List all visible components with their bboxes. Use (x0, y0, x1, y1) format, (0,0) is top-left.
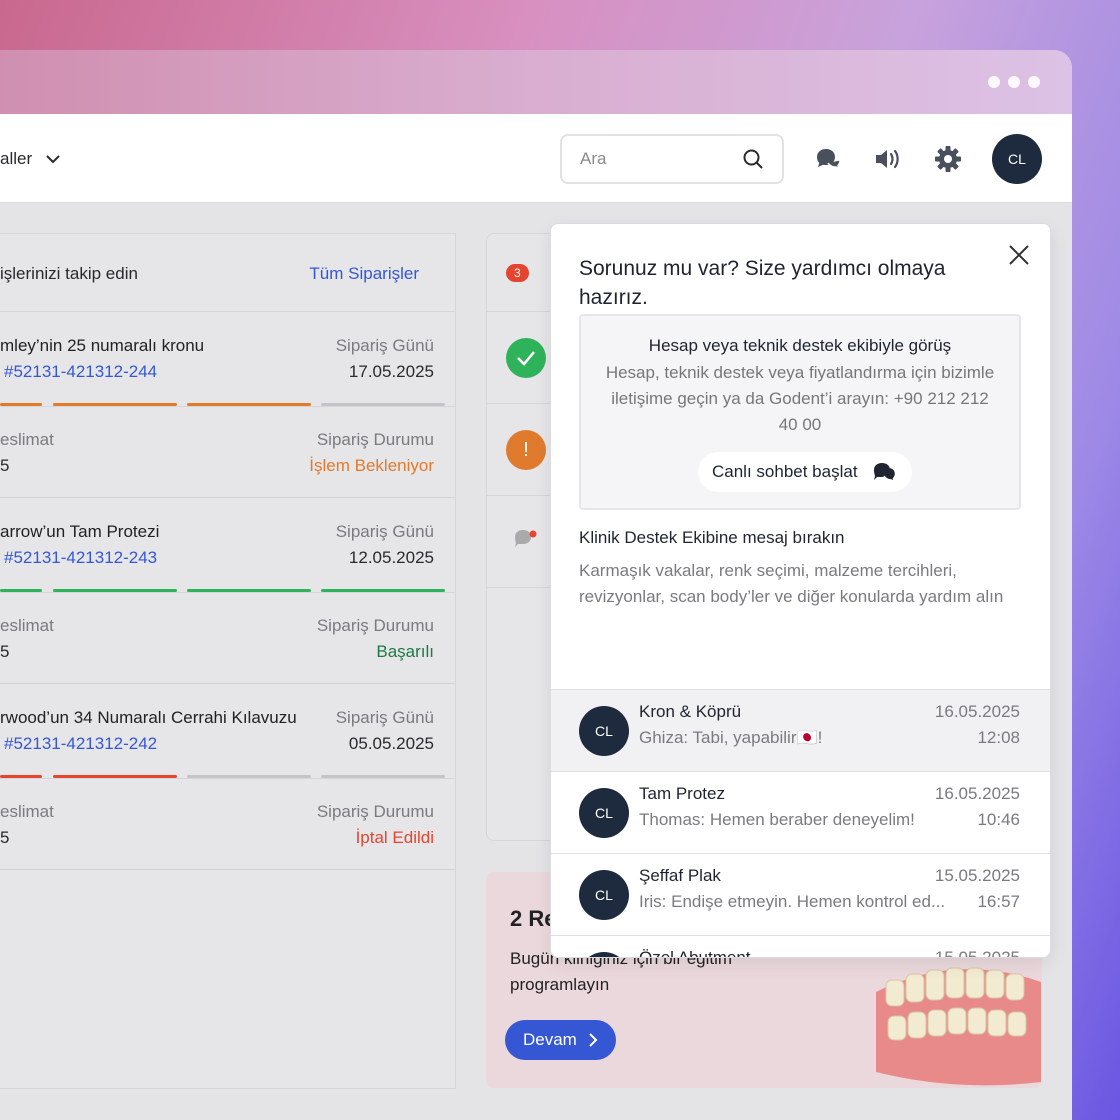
order-status-label: Sipariş Durumu (316, 430, 434, 449)
order-id-link[interactable]: #52131-421312-244 (4, 362, 157, 382)
order-status: Başarılı (376, 642, 434, 661)
order-name: rwood’un 34 Numaralı Cerrahi Kılavuzu (0, 708, 297, 727)
avatar: CL (579, 870, 629, 920)
order-row[interactable]: arrow’un Tam Protezi #52131-421312-243 Sip… (0, 498, 456, 684)
conversation-name: Kron & Köprü (639, 702, 742, 721)
search-box[interactable] (560, 134, 784, 184)
speaker-icon[interactable] (874, 145, 902, 173)
conversation-item[interactable]: CL Şeffaf Plak 15.05.2025 Iris: Endişe etme… (551, 853, 1050, 935)
orders-header: işlerinizi takip edin Tüm Siparişler (0, 234, 455, 312)
conversation-name: Şeffaf Plak (639, 866, 721, 885)
delivery-label: eslimat (0, 430, 54, 449)
chat-icon (515, 530, 537, 547)
nav-dropdown[interactable]: aller (0, 149, 60, 169)
delivery-value: 5 (0, 642, 10, 661)
window-controls[interactable] (988, 76, 1040, 88)
order-row[interactable]: rwood’un 34 Numaralı Cerrahi Kılavuzu #52… (0, 684, 456, 870)
conversation-date: 16.05.2025 (934, 702, 1020, 721)
divider (0, 592, 456, 593)
window-dot[interactable] (1008, 76, 1020, 88)
conversation-item[interactable]: CLÖzel Abutment15.05.2025Chloe: Size öze… (551, 935, 1050, 958)
start-live-chat-button[interactable]: Canlı sohbet başlat (698, 452, 912, 492)
continue-button-label: Devam (523, 1030, 577, 1049)
avatar: CL (579, 706, 629, 756)
continue-button[interactable]: Devam (505, 1020, 616, 1060)
conversation-time: 10:46 (977, 810, 1020, 829)
contact-card: Hesap veya teknik destek ekibiyle görüş … (579, 314, 1021, 510)
conversation-name: Özel Abutment (639, 948, 751, 958)
chevron-down-icon (46, 154, 60, 163)
search-input[interactable] (580, 149, 720, 169)
order-list: mley’nin 25 numaralı kronu #52131-421312-… (0, 312, 456, 870)
support-popover: Sorunuz mu var? Size yardımcı olmaya haz… (550, 223, 1051, 958)
order-date: 17.05.2025 (348, 362, 434, 381)
search-icon[interactable] (742, 148, 764, 170)
contact-title: Hesap veya teknik destek ekibiyle görüş (648, 336, 952, 355)
divider (0, 406, 456, 407)
order-date-label: Sipariş Günü (335, 522, 434, 541)
order-status-label: Sipariş Durumu (316, 802, 434, 821)
divider (0, 778, 456, 779)
avatar: CL (579, 952, 629, 957)
order-date-label: Sipariş Günü (335, 708, 434, 727)
conversation-item[interactable]: CL Tam Protez 16.05.2025 Thomas: Hemen bera… (551, 771, 1050, 853)
order-id-link[interactable]: #52131-421312-243 (4, 548, 157, 568)
conversation-item[interactable]: CL Kron & Köprü 16.05.2025 Ghiza: Tabi, yap… (551, 689, 1050, 771)
delivery-label: eslimat (0, 616, 54, 635)
delivery-value: 5 (0, 828, 10, 847)
order-date-label: Sipariş Günü (335, 336, 434, 355)
conversation-time: 16:57 (977, 892, 1020, 911)
order-status: İptal Edildi (355, 828, 434, 847)
notification-count-badge: 3 (506, 264, 529, 282)
top-navbar: aller CL (0, 114, 1072, 203)
order-name: mley’nin 25 numaralı kronu (0, 336, 205, 355)
user-avatar[interactable]: CL (992, 134, 1042, 184)
check-icon (506, 338, 546, 378)
conversation-name: Tam Protez (639, 784, 725, 803)
app-window: aller CL işlerinizi takip edin Tüm Sipar… (0, 50, 1072, 1120)
conversation-date: 15.05.2025 (934, 948, 1020, 958)
chevron-right-icon (589, 1033, 598, 1047)
exclamation-icon: ! (506, 430, 546, 470)
start-live-chat-label: Canlı sohbet başlat (712, 462, 858, 481)
all-orders-link[interactable]: Tüm Siparişler (309, 264, 419, 284)
order-name: arrow’un Tam Protezi (0, 522, 160, 541)
chat-icon[interactable] (814, 145, 842, 173)
contact-text: Hesap, teknik destek veya fiyatlandırma … (605, 363, 995, 434)
gear-icon[interactable] (934, 145, 962, 173)
orders-panel: işlerinizi takip edin Tüm Siparişler mle… (0, 233, 456, 1089)
conversation-time: 12:08 (977, 728, 1020, 747)
order-status: İşlem Bekleniyor (309, 456, 434, 475)
window-dot[interactable] (988, 76, 1000, 88)
close-icon[interactable] (1008, 244, 1030, 266)
order-status-label: Sipariş Durumu (316, 616, 434, 635)
delivery-value: 5 (0, 456, 10, 475)
order-date: 12.05.2025 (348, 548, 434, 567)
title-bar (0, 50, 1072, 114)
conversation-preview: Thomas: Hemen beraber deneyelim! (639, 810, 915, 829)
orders-title: işlerinizi takip edin (0, 264, 138, 283)
conversation-date: 16.05.2025 (934, 784, 1020, 803)
conversation-preview: Ghiza: Tabi, yapabilir🇯🇵! (639, 728, 823, 747)
avatar: CL (579, 788, 629, 838)
conversation-date: 15.05.2025 (934, 866, 1020, 885)
chat-icon (873, 463, 896, 483)
order-id-link[interactable]: #52131-421312-242 (4, 734, 157, 754)
conversation-preview: Iris: Endişe etmeyin. Hemen kontrol ed..… (639, 892, 946, 911)
support-title: Sorunuz mu var? Size yardımcı olmaya haz… (579, 257, 946, 309)
nav-dropdown-label: aller (0, 149, 33, 168)
delivery-label: eslimat (0, 802, 54, 821)
order-date: 05.05.2025 (348, 734, 434, 753)
leave-message-text: Karmaşık vakalar, renk seçimi, malzeme t… (579, 561, 1004, 606)
leave-message-title: Klinik Destek Ekibine mesaj bırakın (579, 528, 845, 547)
promo-title: 2 Re (510, 906, 550, 931)
order-row[interactable]: mley’nin 25 numaralı kronu #52131-421312-… (0, 312, 456, 498)
window-dot[interactable] (1028, 76, 1040, 88)
